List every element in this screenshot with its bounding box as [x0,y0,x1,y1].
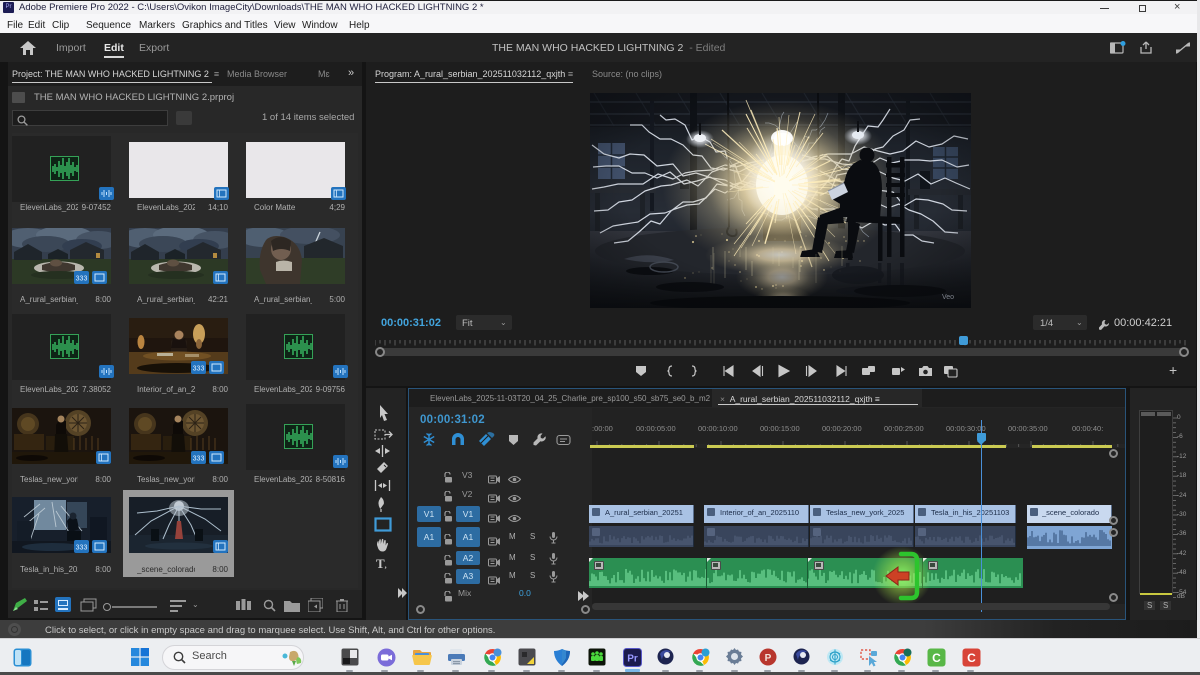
svg-text:C: C [932,651,941,665]
svg-text:P: P [765,653,772,664]
svg-text:Pr: Pr [627,654,638,665]
svg-text:C: C [967,651,976,665]
svg-text:333: 333 [76,276,88,283]
svg-text:333: 333 [193,456,205,463]
svg-text:333: 333 [76,545,88,552]
svg-text:333: 333 [193,366,205,373]
svg-text:Veo: Veo [942,294,954,301]
